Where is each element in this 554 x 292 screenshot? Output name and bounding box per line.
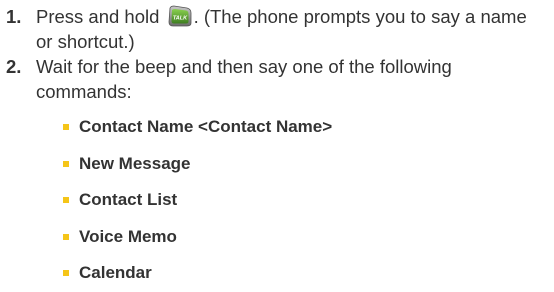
command-label: Calendar xyxy=(79,263,152,283)
step-text: Wait for the beep and then say one of th… xyxy=(36,56,452,102)
list-item: Calendar xyxy=(63,255,332,292)
bullet-icon xyxy=(63,160,69,167)
list-item: Contact List xyxy=(63,182,332,219)
command-label: Contact List xyxy=(79,190,178,210)
talk-key-icon: TALK xyxy=(168,5,191,27)
bullet-icon xyxy=(63,270,69,277)
list-item: New Message xyxy=(63,146,332,183)
command-label: New Message xyxy=(79,153,191,173)
step-text: Press and hold TALK . (The phone prompts… xyxy=(36,4,546,54)
step-1: 1. Press and hold TALK . (The phone prom… xyxy=(6,4,546,54)
talk-key-label: TALK xyxy=(172,16,187,22)
step-text-before-icon: Press and hold xyxy=(36,6,160,27)
step-number: 1. xyxy=(6,6,22,27)
list-item: Voice Memo xyxy=(63,219,332,256)
step-number: 2. xyxy=(6,56,22,77)
command-label: Voice Memo xyxy=(79,226,177,246)
bullet-icon xyxy=(63,124,69,131)
bullet-icon xyxy=(63,233,69,240)
list-item: Contact Name <Contact Name> xyxy=(63,109,332,146)
step-2: 2. Wait for the beep and then say one of… xyxy=(6,54,546,104)
bullet-icon xyxy=(63,197,69,204)
command-list: Contact Name <Contact Name> New Message … xyxy=(63,109,332,292)
command-label: Contact Name <Contact Name> xyxy=(79,117,333,137)
